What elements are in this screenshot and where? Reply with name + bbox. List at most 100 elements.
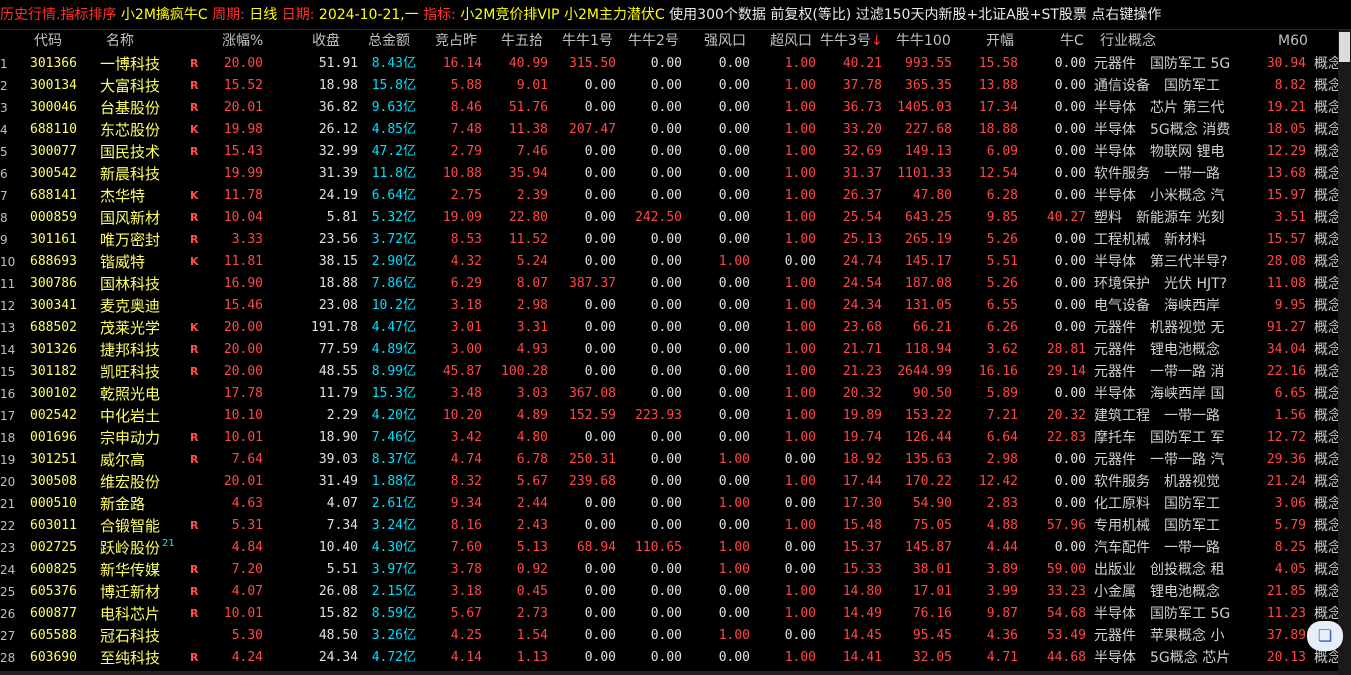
- table-row[interactable]: 18 001696 宗申动力 R 10.01 18.90 7.46亿 3.42 4.80 0.00…: [0, 427, 1338, 449]
- col-header-cfk[interactable]: 超风口: [770, 30, 812, 52]
- table-row[interactable]: 4 688110 东芯股份 K 19.98 26.12 4.85亿 7.48 11.38 207.…: [0, 119, 1338, 141]
- cell-close: 23.56: [318, 232, 358, 247]
- cell-nn2: 0.00: [650, 254, 682, 269]
- cell-i: 13: [0, 321, 16, 335]
- col-header-qfk[interactable]: 强风口: [704, 30, 746, 52]
- bottom-tab-strip[interactable]: [0, 671, 1338, 675]
- cell-i: 19: [0, 453, 16, 467]
- cell-nc: 0.00: [1054, 144, 1086, 159]
- cell-name: 电科芯片: [100, 605, 161, 623]
- table-row[interactable]: 12 300341 麦克奥迪 15.46 23.08 10.2亿 3.18 2.98 0.00 0…: [0, 295, 1338, 317]
- table-row[interactable]: 7 688141 杰华特 K 11.78 24.19 6.64亿 2.75 2.39 0.00 0.…: [0, 185, 1338, 207]
- table-row[interactable]: 24 600825 新华传媒 R 7.20 5.51 3.97亿 3.78 0.92 0.00 0.…: [0, 559, 1338, 581]
- table-row[interactable]: 17 002542 中化岩土 10.10 2.29 4.20亿 10.20 4.89 152.5…: [0, 405, 1338, 427]
- cell-code: 000859: [30, 210, 77, 225]
- cell-nn1: 152.59: [569, 408, 616, 423]
- table-row[interactable]: 3 300046 台基股份 R 20.01 36.82 9.63亿 8.46 51.76 0.00…: [0, 97, 1338, 119]
- indicator-value[interactable]: 小2M竞价排VIP 小2M主力潜伏C: [460, 7, 664, 23]
- cell-nc: 54.68: [1046, 606, 1086, 621]
- cell-name: 锴威特: [100, 253, 146, 271]
- title-strategy[interactable]: 小2M擒疯牛C: [121, 7, 208, 23]
- cell-ind: 汽车配件 一带一路: [1094, 540, 1220, 556]
- cell-qfk: 0.00: [718, 320, 750, 335]
- col-header-amount[interactable]: 总金额: [368, 30, 410, 52]
- scroll-thumb[interactable]: [1339, 32, 1350, 62]
- cell-cfk: 1.00: [784, 188, 816, 203]
- cell-jzz: 10.88: [442, 166, 482, 181]
- col-header-change[interactable]: 涨幅%: [222, 30, 263, 52]
- table-row[interactable]: 21 000510 新金路 4.63 4.07 2.61亿 9.34 2.44 0.00 0.00…: [0, 493, 1338, 515]
- cell-amt: 4.89亿: [371, 342, 416, 357]
- col-header-kf[interactable]: 开幅: [986, 30, 1014, 52]
- col-header-industry[interactable]: 行业概念: [1100, 30, 1156, 52]
- date-value[interactable]: 2024-10-21,一: [319, 7, 419, 23]
- cell-close: 26.12: [318, 122, 358, 137]
- table-row[interactable]: 28 603690 至纯科技 R 4.24 24.34 4.72亿 4.14 1.13 0.00 0…: [0, 647, 1338, 669]
- cell-nc: 0.00: [1054, 254, 1086, 269]
- col-header-name[interactable]: 名称: [106, 30, 134, 52]
- col-header-m60[interactable]: M60: [1278, 30, 1308, 52]
- table-row[interactable]: 20 300508 维宏股份 20.01 31.49 1.88亿 8.32 5.67 239.6…: [0, 471, 1338, 493]
- name-superscript: 21: [162, 538, 175, 549]
- cell-flag: R: [190, 211, 199, 224]
- cell-jzz: 7.48: [450, 122, 482, 137]
- col-header-nn3[interactable]: 牛牛3号↓: [820, 30, 883, 52]
- cell-amt: 2.90亿: [371, 254, 416, 269]
- table-row[interactable]: 11 300786 国林科技 16.90 18.88 7.86亿 6.29 8.07 387.3…: [0, 273, 1338, 295]
- cell-nn1: 0.00: [584, 320, 616, 335]
- cell-i: 10: [0, 255, 16, 269]
- cell-nn1: 207.47: [569, 122, 616, 137]
- cell-qfk: 0.00: [718, 166, 750, 181]
- table-row[interactable]: 25 605376 博迁新材 R 4.07 26.08 2.15亿 3.18 0.45 0.00 0…: [0, 581, 1338, 603]
- cell-chg: 10.01: [223, 430, 263, 445]
- table-row[interactable]: 26 600877 电科芯片 R 10.01 15.82 8.59亿 5.67 2.73 0.00…: [0, 603, 1338, 625]
- cell-nn2: 0.00: [650, 122, 682, 137]
- chat-bubble-icon[interactable]: ❏: [1307, 621, 1343, 651]
- cell-close: 51.91: [318, 56, 358, 71]
- settings-text[interactable]: 使用300个数据 前复权(等比) 过滤150天内新股+北证A股+ST股票 点右键…: [669, 7, 1161, 23]
- cell-chg: 20.00: [223, 56, 263, 71]
- table-row[interactable]: 5 300077 国民技术 R 15.43 32.99 47.2亿 2.79 7.46 0.00 0…: [0, 141, 1338, 163]
- table-row[interactable]: 1 301366 一博科技 R 20.00 51.91 8.43亿 16.14 40.99 315…: [0, 53, 1338, 75]
- cell-extra: 概念: [1314, 342, 1338, 358]
- cell-close: 48.50: [318, 628, 358, 643]
- col-header-code[interactable]: 代码: [34, 30, 62, 52]
- table-row[interactable]: 9 301161 唯万密封 R 3.33 23.56 3.72亿 8.53 11.52 0.00 0…: [0, 229, 1338, 251]
- period-value[interactable]: 日线: [249, 7, 277, 23]
- cell-ind: 半导体 海峡西岸 国: [1094, 386, 1225, 402]
- cell-nn2: 0.00: [650, 188, 682, 203]
- table-row[interactable]: 15 301182 凯旺科技 R 20.00 48.55 8.99亿 45.87 100.28 0…: [0, 361, 1338, 383]
- vertical-scrollbar[interactable]: [1338, 30, 1351, 675]
- table-row[interactable]: 23 002725 跃岭股份 21 4.84 10.40 4.30亿 7.60 5.13 68.9…: [0, 537, 1338, 559]
- col-header-nc[interactable]: 牛C: [1060, 30, 1084, 52]
- table-row[interactable]: 10 688693 锴威特 K 11.81 38.15 2.90亿 4.32 5.24 0.00 0…: [0, 251, 1338, 273]
- table-row[interactable]: 22 603011 合锻智能 R 5.31 7.34 3.24亿 8.16 2.43 0.00 0.…: [0, 515, 1338, 537]
- cell-nn1: 0.00: [584, 584, 616, 599]
- table-row[interactable]: 8 000859 国风新材 R 10.04 5.81 5.32亿 19.09 22.80 0.00…: [0, 207, 1338, 229]
- table-row[interactable]: 16 300102 乾照光电 17.78 11.79 15.3亿 3.48 3.03 367.0…: [0, 383, 1338, 405]
- cell-close: 18.90: [318, 430, 358, 445]
- cell-extra: 概念: [1314, 100, 1338, 116]
- col-header-nn1[interactable]: 牛牛1号: [562, 30, 613, 52]
- table-row[interactable]: 2 300134 大富科技 R 15.52 18.98 15.8亿 5.88 9.01 0.00 0…: [0, 75, 1338, 97]
- cell-i: 6: [0, 167, 8, 181]
- cell-chg: 10.04: [223, 210, 263, 225]
- cell-code: 002542: [30, 408, 77, 423]
- table-row[interactable]: 6 300542 新晨科技 19.99 31.39 11.8亿 10.88 35.94 0.00…: [0, 163, 1338, 185]
- cell-ind: 元器件 机器视觉 无: [1094, 320, 1225, 336]
- col-header-nn2[interactable]: 牛牛2号: [628, 30, 679, 52]
- cell-nc: 0.00: [1054, 386, 1086, 401]
- table-row[interactable]: 19 301251 威尔高 R 7.64 39.03 8.37亿 4.74 6.78 250.31…: [0, 449, 1338, 471]
- table-row[interactable]: 27 605588 冠石科技 5.30 48.50 3.26亿 4.25 1.54 0.00 0.…: [0, 625, 1338, 647]
- cell-code: 600825: [30, 562, 77, 577]
- cell-nn2: 0.00: [650, 100, 682, 115]
- col-header-close[interactable]: 收盘: [312, 30, 340, 52]
- cell-nn1: 0.00: [584, 298, 616, 313]
- table-row[interactable]: 14 301326 捷邦科技 R 20.00 77.59 4.89亿 3.00 4.93 0.00…: [0, 339, 1338, 361]
- cell-chg: 20.01: [223, 100, 263, 115]
- col-header-nn100[interactable]: 牛牛100: [896, 30, 951, 52]
- col-header-jzz[interactable]: 竞占昨: [435, 30, 477, 52]
- table-row[interactable]: 13 688502 茂莱光学 K 20.00 191.78 4.47亿 3.01 3.31 0.0…: [0, 317, 1338, 339]
- col-header-nws[interactable]: 牛五拾: [501, 30, 543, 52]
- cell-nn2: 223.93: [635, 408, 682, 423]
